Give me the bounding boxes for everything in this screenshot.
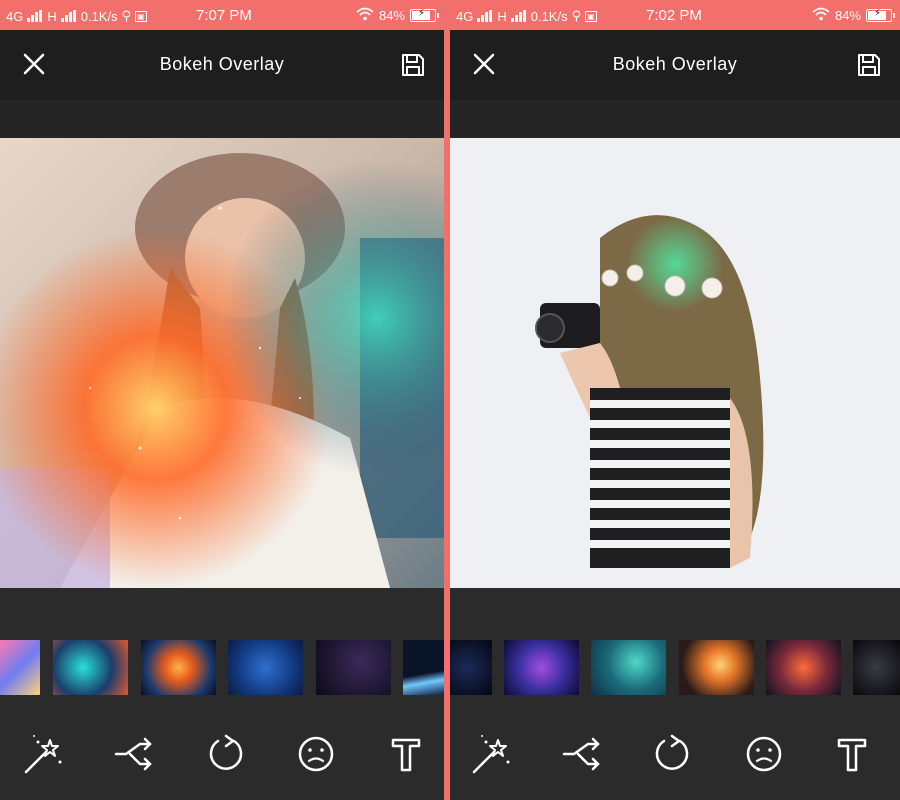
text-icon [837, 738, 867, 772]
battery-percent: 84% [378, 8, 405, 23]
shuffle-icon [562, 737, 600, 771]
network-type-secondary: H [497, 8, 507, 24]
text-button[interactable] [830, 732, 874, 776]
network-speed: 0.1K/s [80, 8, 118, 24]
save-button[interactable] [856, 52, 882, 78]
network-type: 4G [456, 8, 474, 24]
signal-icon [477, 10, 493, 22]
shuffle-button[interactable] [560, 732, 604, 776]
text-button[interactable] [384, 732, 428, 776]
dual-screenshot: 4G H 0.1K/s ⚲ ▣ 7:07 PM 84% ⚡ Bokeh Over… [0, 0, 900, 800]
text-icon [391, 738, 421, 772]
clock: 7:07 PM [196, 7, 252, 24]
left-screen: 4G H 0.1K/s ⚲ ▣ 7:07 PM 84% ⚡ Bokeh Over… [0, 0, 444, 800]
right-screen: 4G H 0.1K/s ⚲ ▣ 7:02 PM 84% ⚡ Bokeh Over… [450, 0, 900, 800]
emoji-button[interactable] [294, 732, 338, 776]
emoji-button[interactable] [742, 732, 786, 776]
overlay-thumbnail[interactable] [316, 640, 391, 695]
screen-title: Bokeh Overlay [159, 54, 285, 74]
rotate-button[interactable] [204, 732, 248, 776]
wifi-icon [812, 7, 830, 24]
overlay-thumbnail[interactable] [679, 640, 754, 695]
save-icon [858, 54, 880, 76]
overlay-thumbnail[interactable] [591, 640, 666, 695]
rotate-button[interactable] [650, 732, 694, 776]
battery-percent: 84% [834, 8, 861, 23]
notification-icon: ▣ [585, 10, 597, 22]
battery-icon: ⚡ [410, 8, 439, 22]
save-icon [402, 54, 424, 76]
magic-wand-button[interactable] [22, 732, 66, 776]
overlay-thumbnail[interactable] [228, 640, 303, 695]
confused-face-icon [298, 736, 334, 772]
network-speed: 0.1K/s [530, 8, 568, 24]
network-type-secondary: H [47, 8, 57, 24]
usb-icon: ⚲ [571, 8, 582, 23]
rotate-icon [209, 734, 243, 770]
overlay-thumbnail[interactable] [0, 640, 40, 695]
overlay-thumbnail[interactable] [450, 640, 492, 695]
magic-wand-icon [472, 735, 510, 774]
edited-photo[interactable] [450, 138, 900, 588]
shuffle-icon [114, 737, 152, 771]
overlay-thumbnail-strip[interactable] [0, 630, 444, 700]
app-bar: Bokeh Overlay [450, 30, 900, 100]
overlay-thumbnail[interactable] [504, 640, 579, 695]
bottom-toolbar [450, 720, 900, 800]
rotate-icon [655, 734, 689, 770]
magic-wand-icon [24, 735, 62, 774]
woman-camera-photo [450, 138, 900, 588]
network-type: 4G [6, 8, 24, 24]
app-bar: Bokeh Overlay [0, 30, 444, 100]
overlay-thumbnail-strip[interactable] [450, 630, 900, 700]
status-bar: 4G H 0.1K/s ⚲ ▣ 7:02 PM 84% ⚡ [450, 0, 900, 30]
notification-icon: ▣ [135, 10, 147, 22]
edited-photo[interactable] [0, 138, 444, 588]
status-bar: 4G H 0.1K/s ⚲ ▣ 7:07 PM 84% ⚡ [0, 0, 444, 30]
usb-icon: ⚲ [121, 8, 132, 23]
overlay-thumbnail[interactable] [766, 640, 841, 695]
battery-icon: ⚡ [866, 8, 895, 22]
magic-wand-button[interactable] [470, 732, 514, 776]
overlay-thumbnail[interactable] [141, 640, 216, 695]
overlay-thumbnail[interactable] [403, 640, 444, 695]
bottom-toolbar [0, 720, 444, 800]
save-button[interactable] [400, 52, 426, 78]
signal-icon [510, 10, 527, 22]
photo-canvas[interactable] [450, 100, 900, 588]
clock: 7:02 PM [646, 7, 702, 24]
signal-icon [27, 10, 43, 22]
shuffle-button[interactable] [112, 732, 156, 776]
woman-hat-photo [0, 138, 444, 588]
photo-canvas[interactable] [0, 100, 444, 588]
overlay-thumbnail[interactable] [853, 640, 900, 695]
overlay-thumbnail[interactable] [53, 640, 128, 695]
confused-face-icon [746, 736, 782, 772]
screen-title: Bokeh Overlay [612, 54, 738, 74]
signal-icon [60, 10, 77, 22]
wifi-icon [356, 7, 374, 24]
